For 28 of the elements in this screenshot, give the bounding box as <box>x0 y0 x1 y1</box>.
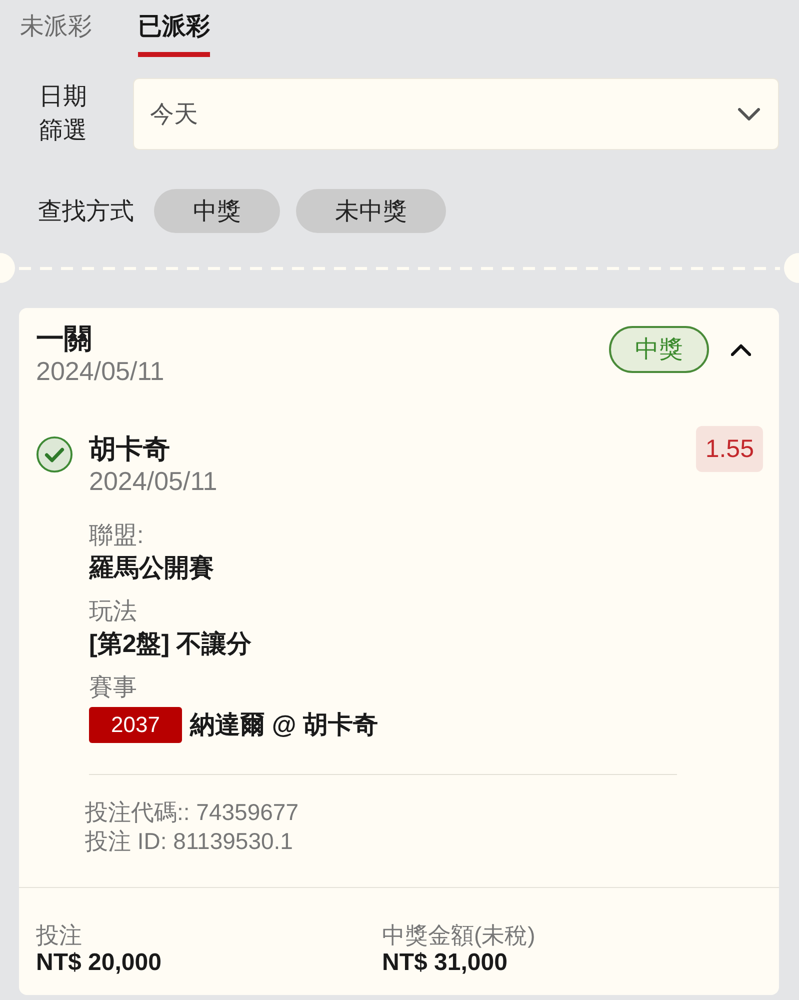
bet-id: 投注 ID: 81139530.1 <box>85 827 293 856</box>
bet-date: 2024/05/11 <box>36 356 164 386</box>
tab[interactable]: 已派彩 <box>138 0 210 57</box>
bet-type: 一關 <box>36 322 92 356</box>
date-select[interactable]: 今天 <box>133 78 779 150</box>
tab[interactable]: 未派彩 <box>20 0 92 57</box>
search-by-label: 查找方式 <box>38 197 134 227</box>
filter-chip[interactable]: 未中獎 <box>296 189 446 233</box>
chevron-up-icon <box>731 344 751 356</box>
field-label: 賽事 <box>89 673 137 703</box>
selection-name: 胡卡奇 <box>89 433 170 466</box>
summary-value: NT$ 31,000 <box>382 949 508 977</box>
chevron-down-icon <box>738 108 760 120</box>
field-value: 羅馬公開賽 <box>89 553 214 584</box>
bet-code: 投注代碼:: 74359677 <box>85 798 299 827</box>
summary-label: 投注 <box>36 921 82 949</box>
summary-value: NT$ 20,000 <box>36 949 162 977</box>
event-code-badge: 2037 <box>89 707 182 743</box>
field-label: 聯盟: <box>89 521 144 551</box>
field-label: 玩法 <box>89 597 137 627</box>
field-value: [第2盤] 不讓分 <box>89 629 252 660</box>
date-filter-label: 日期篩選 <box>39 82 88 146</box>
filter-chip[interactable]: 中獎 <box>154 189 280 233</box>
summary-label: 中獎金額(未稅) <box>382 921 536 949</box>
selection-date: 2024/05/11 <box>89 466 218 496</box>
status-badge: 中獎 <box>609 326 709 373</box>
field-value: 納達爾 @ 胡卡奇 <box>190 710 378 741</box>
odds-badge: 1.55 <box>696 426 763 472</box>
